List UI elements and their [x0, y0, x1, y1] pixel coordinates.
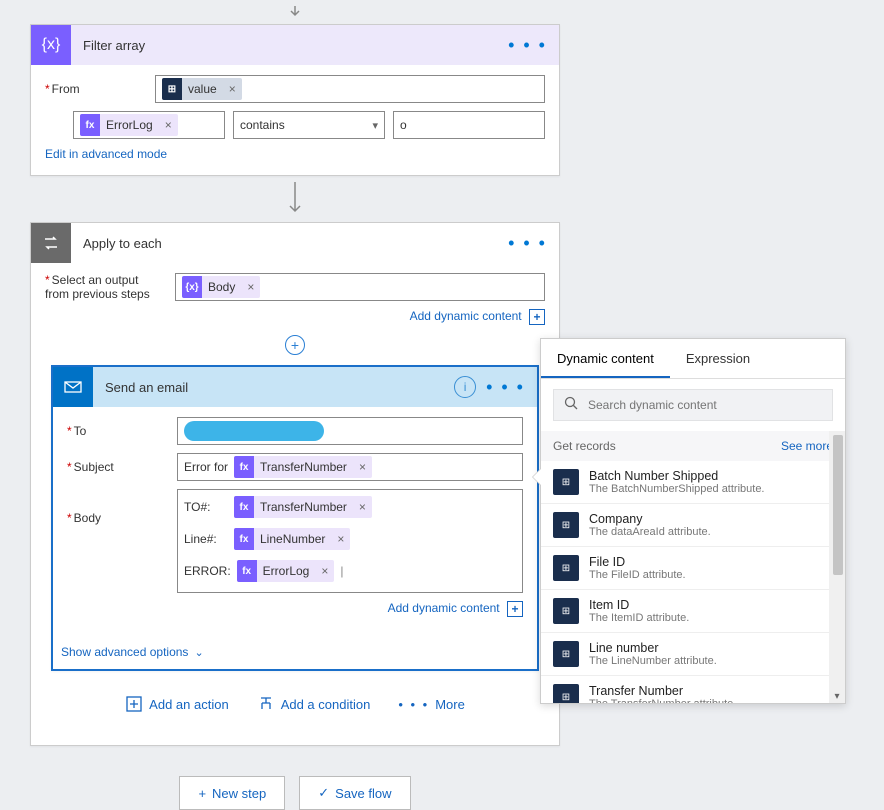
connector-icon: ⊞ [553, 512, 579, 538]
add-dynamic-link[interactable]: Add dynamic content [388, 601, 500, 615]
token-icon: fx [234, 528, 254, 550]
see-more-link[interactable]: See more [781, 439, 833, 453]
dyn-item[interactable]: ⊞ CompanyThe dataAreaId attribute. [541, 504, 845, 547]
dyn-item[interactable]: ⊞ File IDThe FileID attribute. [541, 547, 845, 590]
token-remove-icon[interactable]: × [315, 564, 334, 578]
linenumber-token[interactable]: fx LineNumber × [234, 528, 350, 550]
from-input[interactable]: ⊞ value × [155, 75, 545, 103]
dyn-item[interactable]: ⊞ Batch Number ShippedThe BatchNumberShi… [541, 461, 845, 504]
chevron-down-icon: ⌄ [194, 646, 203, 659]
to-input[interactable] [177, 417, 523, 445]
search-input[interactable] [588, 398, 822, 412]
token-icon: fx [80, 114, 100, 136]
token-remove-icon[interactable]: × [159, 118, 178, 132]
section-get-records: Get records See more [541, 431, 845, 461]
scrollbar-thumb[interactable] [833, 435, 843, 575]
token-remove-icon[interactable]: × [241, 280, 260, 294]
check-icon: ✓ [318, 785, 329, 801]
filter-array-card: {x} Filter array • • • *From ⊞ value × f… [30, 24, 560, 176]
connector-icon: ⊞ [553, 598, 579, 624]
add-action-button[interactable]: Add an action [125, 695, 229, 713]
operator-value: contains [240, 118, 285, 132]
add-condition-button[interactable]: Add a condition [257, 695, 371, 713]
token-icon: fx [234, 456, 254, 478]
filter-title: Filter array [71, 38, 508, 53]
token-remove-icon[interactable]: × [223, 82, 242, 96]
edit-advanced-link[interactable]: Edit in advanced mode [45, 147, 545, 161]
transfernumber-token[interactable]: fx TransferNumber × [234, 496, 372, 518]
filter-left-input[interactable]: fx ErrorLog × [73, 111, 225, 139]
filter-operator-select[interactable]: contains ▾ [233, 111, 385, 139]
to-label: *To [67, 424, 177, 438]
search-box[interactable] [553, 389, 833, 421]
callout-arrow [533, 469, 541, 485]
email-title: Send an email [93, 380, 454, 395]
token-remove-icon[interactable]: × [331, 532, 350, 546]
save-flow-button[interactable]: ✓ Save flow [299, 776, 410, 810]
body-error-label: ERROR: [184, 564, 231, 578]
connector-arrow [30, 6, 560, 18]
errorlog-token[interactable]: fx ErrorLog × [80, 114, 178, 136]
connector-icon: ⊞ [553, 469, 579, 495]
filter-array-header[interactable]: {x} Filter array • • • [31, 25, 559, 65]
insert-step-button[interactable]: + [285, 335, 305, 355]
dynamic-content-panel: Dynamic content Expression Get records S… [540, 338, 846, 704]
body-label: *Body [67, 489, 177, 525]
token-icon: fx [237, 560, 257, 582]
dyn-item[interactable]: ⊞ Line numberThe LineNumber attribute. [541, 633, 845, 676]
token-remove-icon[interactable]: × [353, 500, 372, 514]
token-icon: ⊞ [162, 78, 182, 100]
add-dynamic-icon[interactable]: + [507, 601, 523, 617]
apply-to-each-header[interactable]: Apply to each • • • [31, 223, 559, 263]
dyn-item[interactable]: ⊞ Transfer NumberThe TransferNumber attr… [541, 676, 845, 703]
apply-to-each-card: Apply to each • • • *Select an output fr… [30, 222, 560, 746]
loop-icon [31, 223, 71, 263]
filter-right-input[interactable]: o [393, 111, 545, 139]
info-icon[interactable]: i [454, 376, 476, 398]
token-remove-icon[interactable]: × [353, 460, 372, 474]
data-operation-icon: {x} [31, 25, 71, 65]
body-line-label: Line#: [184, 532, 228, 546]
scroll-down-icon[interactable]: ▾ [829, 688, 845, 703]
token-icon: fx [234, 496, 254, 518]
body-to-label: TO#: [184, 500, 228, 514]
send-email-header[interactable]: Send an email i • • • [53, 367, 537, 407]
select-output-label: *Select an output from previous steps [45, 273, 175, 301]
more-button[interactable]: • • • More [398, 695, 465, 713]
connector-icon: ⊞ [553, 555, 579, 581]
redacted-recipient [184, 421, 324, 441]
outlook-icon [53, 367, 93, 407]
token-icon: {x} [182, 276, 202, 298]
dyn-item[interactable]: ⊞ Item IDThe ItemID attribute. [541, 590, 845, 633]
body-input[interactable]: TO#: fx TransferNumber × Line#: [177, 489, 523, 593]
subject-input[interactable]: Error for fx TransferNumber × [177, 453, 523, 481]
add-dynamic-icon[interactable]: + [529, 309, 545, 325]
show-advanced-link[interactable]: Show advanced options ⌄ [61, 645, 529, 659]
plus-icon: + [198, 786, 206, 801]
add-dynamic-link[interactable]: Add dynamic content [410, 309, 522, 323]
apply-title: Apply to each [71, 236, 508, 251]
email-menu-dots[interactable]: • • • [486, 377, 525, 398]
tab-expression[interactable]: Expression [670, 339, 766, 378]
value-token[interactable]: ⊞ value × [162, 78, 242, 100]
new-step-button[interactable]: + New step [179, 776, 285, 810]
chevron-down-icon: ▾ [372, 119, 378, 132]
scrollbar-track[interactable] [829, 431, 845, 703]
transfernumber-token[interactable]: fx TransferNumber × [234, 456, 372, 478]
send-email-card: Send an email i • • • *To *Subject Er [51, 365, 539, 671]
right-value: o [400, 118, 407, 132]
tab-dynamic-content[interactable]: Dynamic content [541, 339, 670, 378]
from-label: *From [45, 82, 155, 96]
errorlog-token[interactable]: fx ErrorLog × [237, 560, 335, 582]
filter-menu-dots[interactable]: • • • [508, 35, 547, 56]
search-icon [564, 396, 578, 415]
select-output-input[interactable]: {x} Body × [175, 273, 545, 301]
connector-icon: ⊞ [553, 684, 579, 703]
apply-menu-dots[interactable]: • • • [508, 233, 547, 254]
connector-arrow [30, 182, 560, 216]
subject-prefix-text: Error for [184, 460, 228, 474]
subject-label: *Subject [67, 460, 177, 474]
connector-icon: ⊞ [553, 641, 579, 667]
body-token[interactable]: {x} Body × [182, 276, 260, 298]
